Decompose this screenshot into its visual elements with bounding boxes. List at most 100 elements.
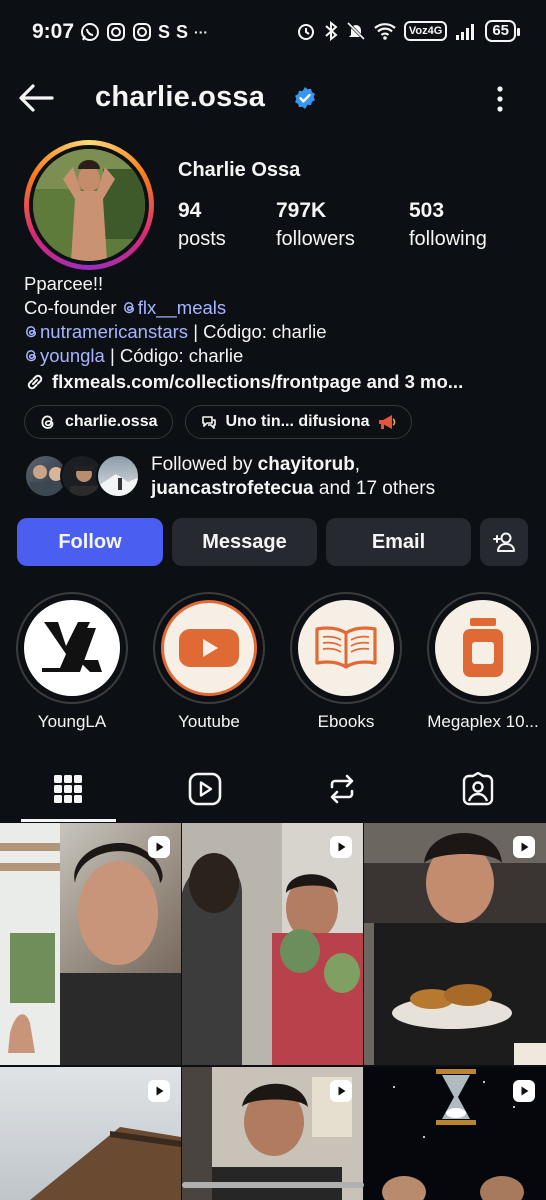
email-button[interactable]: Email (326, 518, 471, 566)
followers-count[interactable]: 797K followers (276, 198, 355, 252)
profile-actions: Follow Message Email (17, 518, 528, 566)
mention-handle: nutramericanstars (40, 321, 189, 342)
threads-mention-link[interactable]: nutramericanstars (24, 321, 188, 342)
mutual-username: chayitorub (257, 454, 355, 475)
wifi-icon (374, 23, 396, 40)
threads-icon (26, 350, 37, 362)
network-badge: Voz4G (403, 21, 448, 41)
add-person-icon (493, 532, 515, 552)
more-options-icon[interactable] (490, 84, 510, 114)
bio-line: Pparcee!! (24, 273, 104, 294)
threads-icon (26, 326, 37, 338)
broadcast-channel-chip[interactable]: Uno tin... difusiona (184, 405, 413, 439)
threads-mention-link[interactable]: youngla (24, 345, 105, 366)
highlight-label: Megaplex 10... (427, 712, 539, 731)
stat-label: following (409, 228, 487, 250)
profile-avatar[interactable] (24, 140, 154, 270)
threads-icon (123, 302, 134, 314)
s-app-icon: S (176, 22, 189, 42)
highlight-label: Youtube (178, 712, 240, 731)
instagram-icon (133, 23, 151, 41)
followed-by-text: Followed by chayitorub, juancastrofetecua… (151, 453, 531, 501)
mention-handle: flx__meals (137, 297, 227, 318)
header-username: charlie.ossa (95, 81, 266, 113)
grid-icon (54, 775, 82, 803)
open-book-icon (298, 600, 394, 696)
tab-reels[interactable] (185, 769, 225, 809)
post-thumbnail[interactable] (0, 1067, 181, 1200)
megaphone-icon (379, 415, 396, 429)
reel-badge-icon (148, 1080, 170, 1102)
chip-label: charlie.ossa (65, 413, 158, 430)
stat-label: followers (276, 228, 355, 250)
followed-by-prefix: Followed by (151, 454, 258, 475)
active-tab-indicator (21, 819, 116, 822)
reel-badge-icon (148, 836, 170, 858)
mention-handle: youngla (40, 345, 105, 366)
bio-text: Co-founder (24, 297, 122, 318)
profile-tabs (0, 755, 546, 823)
story-highlights: YoungLA Youtube Ebooks Megaplex 10... (0, 592, 546, 732)
system-icons: Voz4G 65 (296, 20, 520, 42)
highlight-label: Ebooks (317, 712, 375, 731)
stat-value: 503 (409, 199, 445, 222)
mutual-username: juancastrofetecua (151, 478, 314, 499)
following-count[interactable]: 503 following (409, 198, 487, 252)
mute-icon (346, 21, 365, 41)
stat-value: 94 (178, 199, 202, 222)
link-icon (27, 374, 43, 390)
battery-indicator: 65 (485, 20, 520, 42)
tab-posts-grid[interactable] (48, 769, 88, 809)
bluetooth-icon (325, 21, 338, 41)
home-indicator[interactable] (182, 1182, 364, 1188)
profile-bio: Pparcee!! Co-founder flx__meals nutramer… (24, 272, 534, 394)
followed-by-separator: , (354, 454, 361, 475)
tab-reposts[interactable] (322, 769, 362, 809)
supplement-jar-icon (435, 600, 531, 696)
signal-icon (456, 24, 475, 40)
followed-by-suffix: and 17 others (313, 478, 436, 499)
youngla-logo-icon (24, 600, 120, 696)
threads-profile-chip[interactable]: charlie.ossa (24, 405, 173, 439)
youtube-icon (161, 600, 257, 696)
status-bar: 9:07 S S ··· Voz4G 65 (0, 0, 546, 66)
bio-url-link[interactable]: flxmeals.com/collections/frontpage and 3… (24, 370, 534, 394)
chip-label: Uno tin... difusiona (225, 413, 370, 430)
reels-icon (188, 772, 222, 806)
reel-badge-icon (513, 1080, 535, 1102)
bio-url-text: flxmeals.com/collections/frontpage and 3… (52, 371, 464, 392)
stat-value: 797K (276, 199, 327, 222)
notification-icons: S S ··· (80, 22, 208, 42)
bio-line: nutramericanstars | Código: charlie (24, 320, 534, 344)
full-name: Charlie Ossa (178, 159, 301, 181)
highlight-youtube[interactable]: Youtube (153, 592, 265, 732)
followed-by-row[interactable]: Followed by chayitorub, juancastrofetecua… (24, 450, 534, 500)
status-time: 9:07 (32, 20, 75, 43)
bio-text: | Código: charlie (188, 321, 327, 342)
tab-tagged[interactable] (458, 769, 498, 809)
more-icon: ··· (194, 24, 209, 40)
whatsapp-icon (81, 23, 99, 41)
tagged-icon (462, 772, 494, 806)
bio-text: | Código: charlie (104, 345, 244, 366)
threads-mention-link[interactable]: flx__meals (122, 297, 226, 318)
verified-badge-icon (295, 87, 315, 109)
post-thumbnail[interactable] (364, 823, 546, 1065)
reel-badge-icon (330, 836, 352, 858)
post-thumbnail[interactable] (182, 823, 363, 1065)
profile-header: charlie.ossa (0, 66, 546, 130)
posts-count[interactable]: 94 posts (178, 198, 226, 252)
highlight-megaplex[interactable]: Megaplex 10... (427, 592, 539, 732)
post-thumbnail[interactable] (182, 1067, 363, 1200)
s-app-icon: S (158, 22, 171, 42)
follow-button[interactable]: Follow (17, 518, 163, 566)
reel-badge-icon (330, 1080, 352, 1102)
post-thumbnail[interactable] (0, 823, 181, 1065)
alarm-icon (297, 24, 314, 40)
back-arrow-icon[interactable] (16, 80, 56, 116)
highlight-youngla[interactable]: YoungLA (16, 592, 128, 732)
message-button[interactable]: Message (172, 518, 317, 566)
post-thumbnail[interactable] (364, 1067, 546, 1200)
suggest-accounts-button[interactable] (480, 518, 528, 566)
highlight-ebooks[interactable]: Ebooks (290, 592, 402, 732)
